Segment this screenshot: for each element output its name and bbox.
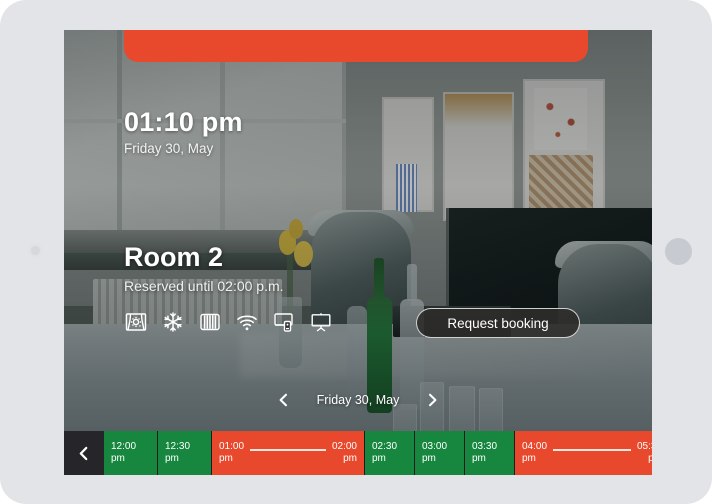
timeline-slot-time: 03:00: [422, 440, 448, 452]
room-info-block: Room 2 Reserved until 02:00 p.m.: [124, 242, 284, 295]
current-time: 01:10 pm: [124, 107, 243, 137]
timeline-slot-meridiem: pm: [111, 453, 125, 464]
timeline-slot[interactable]: 04:00pm 05:30pm: [515, 431, 652, 475]
timeline-slot-meridiem: pm: [472, 453, 486, 464]
date-nav-label: Friday 30, May: [316, 393, 400, 407]
wifi-icon: [235, 310, 259, 334]
request-booking-label: Request booking: [447, 315, 549, 331]
timeline-slot-start: 01:00 pm: [219, 440, 245, 465]
timeline-slot-time: 12:30: [165, 440, 191, 452]
timeline-slot[interactable]: 02:30 pm: [365, 431, 415, 475]
timeline-slot-end: 02:00 pm: [331, 440, 357, 465]
amenities-list: [124, 310, 333, 334]
radiator-icon: [198, 310, 222, 334]
timeline-slot-meridiem: pm: [372, 453, 386, 464]
timeline-strip: 12:00 pm 12:30 pm 01:00 pm 02:00 pm 02:30 pm 03:00…: [64, 431, 652, 475]
current-date: Friday 30, May: [124, 141, 214, 157]
front-camera-icon: [31, 246, 40, 255]
timeline-prev-button[interactable]: [64, 431, 104, 475]
whiteboard-icon: [309, 310, 333, 334]
date-next-chevron-right-icon[interactable]: [425, 393, 439, 407]
timeline-slot-time: 03:30: [472, 440, 498, 452]
timeline-slot-meridiem: pm: [165, 453, 179, 464]
timeline-slot-start: 04:00 pm: [522, 440, 548, 465]
timeline-slot-meridiem: pm: [422, 453, 436, 464]
timeline-slot-time: 02:30: [372, 440, 398, 452]
screen-cast-icon: [272, 310, 296, 334]
date-prev-chevron-left-icon[interactable]: [277, 393, 291, 407]
tablet-device: 01:10 pm Friday 30, May Room 2 Reserved …: [0, 0, 712, 504]
request-booking-button[interactable]: Request booking: [416, 308, 580, 338]
room-name: Room 2: [124, 242, 224, 272]
snowflake-icon: [161, 310, 185, 334]
home-button[interactable]: [665, 238, 692, 265]
timeline-slot-time: 12:00: [111, 440, 137, 452]
timeline-slot[interactable]: 12:30 pm: [158, 431, 212, 475]
timeline-slot[interactable]: 01:00 pm 02:00 pm: [212, 431, 365, 475]
timeline-span-connector: [250, 449, 326, 451]
timeline-slot[interactable]: 03:00 pm: [415, 431, 465, 475]
timeline-slot[interactable]: 03:30 pm: [465, 431, 515, 475]
clock-block: 01:10 pm Friday 30, May: [124, 107, 243, 157]
room-status: Reserved until 02:00 p.m.: [124, 278, 284, 295]
tablet-screen: 01:10 pm Friday 30, May Room 2 Reserved …: [64, 30, 652, 475]
timeline-slot-end: 05:30pm: [636, 440, 652, 465]
timeline-span-connector: [553, 449, 631, 451]
date-navigation: Friday 30, May: [64, 393, 652, 407]
window-blinds-icon: [124, 310, 148, 334]
timeline-slot[interactable]: 12:00 pm: [104, 431, 158, 475]
